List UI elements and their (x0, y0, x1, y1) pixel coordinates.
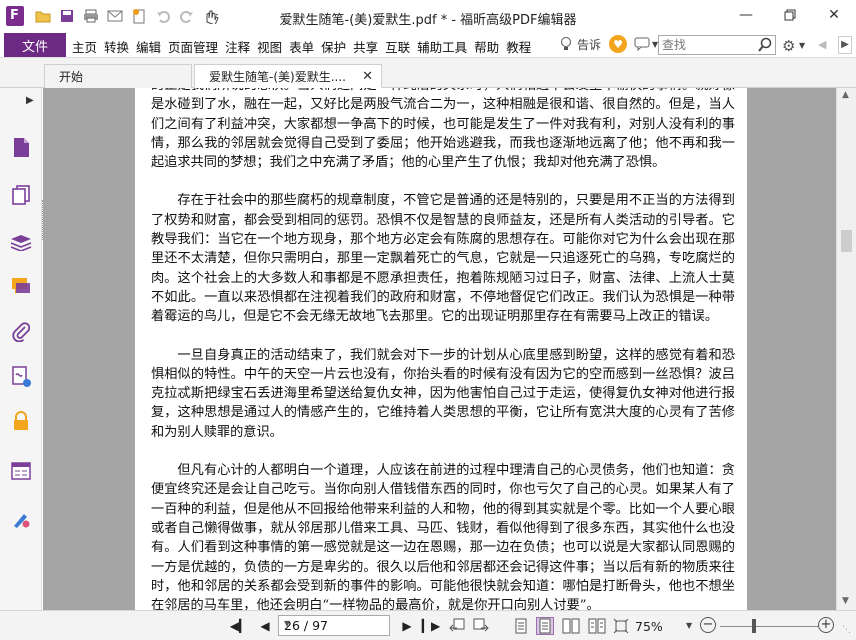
fit-page-icon[interactable] (612, 617, 630, 635)
new-document-icon[interactable] (130, 8, 148, 24)
previous-page-icon[interactable]: ◀ (256, 617, 274, 635)
menu-protect[interactable]: 保护 (321, 37, 346, 56)
signature-icon[interactable] (10, 366, 32, 388)
redo-icon[interactable] (178, 8, 196, 24)
chat-icon[interactable] (633, 36, 651, 52)
scroll-down-icon[interactable]: ▼ (842, 596, 849, 606)
tab-close-icon[interactable]: ✕ (362, 69, 373, 84)
zoom-dropdown-icon[interactable]: ▼ (686, 621, 692, 630)
menu-home[interactable]: 主页 (72, 37, 97, 56)
restore-icon[interactable] (768, 0, 812, 30)
file-menu-button[interactable]: 文件 (4, 33, 66, 57)
tab-start[interactable]: 开始 (44, 64, 192, 88)
print-icon[interactable] (82, 8, 100, 24)
menu-tutorial[interactable]: 教程 (506, 37, 531, 56)
open-folder-icon[interactable] (34, 8, 52, 24)
menu-view[interactable]: 视图 (257, 37, 282, 56)
ribbon-next-icon[interactable]: ▶ (838, 36, 852, 54)
scroll-up-icon[interactable]: ▲ (842, 90, 849, 100)
attachment-icon[interactable] (10, 321, 32, 343)
zoom-slider-thumb[interactable] (752, 619, 756, 633)
undo-icon[interactable] (154, 8, 172, 24)
single-page-view-icon[interactable] (512, 617, 530, 635)
search-icon[interactable] (757, 37, 773, 56)
continuous-facing-view-icon[interactable] (588, 617, 606, 635)
close-icon[interactable]: ✕ (812, 0, 856, 30)
title-bar: 爱默生随笔-(美)爱默生.pdf * - 福昕高级PDF编辑器 — ✕ (0, 0, 856, 32)
menu-share[interactable]: 共享 (353, 37, 378, 56)
scrollbar-thumb[interactable] (841, 230, 852, 252)
menu-page-management[interactable]: 页面管理 (168, 37, 218, 56)
page-thumbnail-icon[interactable] (10, 136, 32, 158)
tell-me-label[interactable]: 告诉 (577, 36, 601, 53)
facing-view-icon[interactable] (562, 617, 580, 635)
paragraph: 的正是我们所说的恐惧。当人们之间是一种纯洁的关系时，人们相遇不会发生不愉快的事情… (151, 88, 735, 171)
search-box[interactable] (658, 35, 776, 55)
page-number-input[interactable]: 26 / 97 ▼ (278, 615, 390, 636)
navigation-panel: ▶ (0, 88, 42, 610)
form-fields-icon[interactable] (10, 460, 32, 482)
zoom-in-icon[interactable]: + (818, 617, 834, 633)
heart-icon[interactable]: ♥ (609, 35, 628, 53)
menu-accessibility[interactable]: 辅助工具 (417, 37, 467, 56)
next-page-icon[interactable]: ▶ (398, 617, 416, 635)
security-lock-icon[interactable] (10, 410, 32, 432)
tab-document[interactable]: 爱默生随笔-(美)爱默生.... ✕ (194, 64, 382, 88)
email-icon[interactable] (106, 8, 124, 24)
save-icon[interactable] (58, 8, 76, 24)
menu-edit[interactable]: 编辑 (136, 37, 161, 56)
vertical-scrollbar[interactable]: ▲ ▼ (836, 88, 856, 610)
certify-icon[interactable] (10, 508, 32, 530)
ribbon-prev-icon[interactable]: ◀ (818, 38, 826, 51)
comments-icon[interactable] (10, 276, 32, 298)
pdf-page: 的正是我们所说的恐惧。当人们之间是一种纯洁的关系时，人们相遇不会发生不愉快的事情… (135, 88, 747, 610)
window-controls: — ✕ (724, 0, 856, 30)
minimize-icon[interactable]: — (724, 0, 768, 30)
menu-bar: 文件 主页 转换 编辑 页面管理 注释 视图 表单 保护 共享 互联 辅助工具 … (0, 32, 856, 58)
search-input[interactable] (659, 36, 755, 54)
paragraph: 一旦自身真正的活动结束了，我们就会对下一步的计划从心底里感到盼望，这样的感觉有着… (151, 347, 735, 440)
menu-comment[interactable]: 注释 (225, 37, 250, 56)
next-view-icon[interactable] (472, 617, 490, 635)
menu-form[interactable]: 表单 (289, 37, 314, 56)
settings-dropdown-icon[interactable]: ▼ (799, 41, 805, 50)
continuous-view-icon[interactable] (536, 617, 554, 635)
paragraph: 存在于社会中的那些腐朽的规章制度，不管它是普通的还是特别的，只要是用不正当的方法… (151, 193, 735, 325)
zoom-level[interactable]: 75% (635, 619, 663, 634)
ribbon-tabs: 主页 转换 编辑 页面管理 注释 视图 表单 保护 共享 互联 辅助工具 帮助 … (72, 37, 538, 56)
menu-connect[interactable]: 互联 (385, 37, 410, 56)
paragraph: 但凡有心计的人都明白一个道理，人应该在前进的过程中理清自己的心灵债务，他们也知道… (151, 463, 735, 610)
document-view[interactable]: 的正是我们所说的恐惧。当人们之间是一种纯洁的关系时，人们相遇不会发生不愉快的事情… (43, 88, 836, 610)
zoom-out-icon[interactable]: − (700, 617, 716, 633)
page-dropdown-icon[interactable]: ▼ (284, 619, 385, 628)
zoom-slider-track[interactable] (720, 626, 818, 627)
pages-icon[interactable] (10, 184, 32, 206)
resize-grip-icon[interactable]: ⋱ (842, 625, 851, 635)
previous-view-icon[interactable] (448, 617, 466, 635)
settings-gear-icon[interactable]: ⚙ (782, 37, 795, 55)
status-bar: ◀▎ ◀ 26 / 97 ▼ ▶ ▎▶ 75% ▼ − + ⋱ (0, 610, 856, 640)
menu-convert[interactable]: 转换 (104, 37, 129, 56)
tab-start-label: 开始 (59, 70, 84, 84)
lightbulb-icon[interactable] (558, 36, 574, 52)
first-page-icon[interactable]: ◀▎ (230, 617, 248, 635)
tab-document-label: 爱默生随笔-(美)爱默生.... (209, 69, 346, 84)
panel-expand-icon[interactable]: ▶ (26, 95, 34, 106)
hand-tool-icon[interactable] (202, 8, 220, 24)
last-page-icon[interactable]: ▎▶ (422, 617, 440, 635)
foxit-logo-icon (6, 6, 24, 26)
menu-help[interactable]: 帮助 (474, 37, 499, 56)
quick-access-toolbar (34, 8, 220, 24)
document-tabs-bar: 开始 爱默生随笔-(美)爱默生.... ✕ (0, 58, 856, 88)
layers-icon[interactable] (10, 231, 32, 253)
menu-right-tools: 告诉 ♥ ▼ (558, 35, 658, 53)
